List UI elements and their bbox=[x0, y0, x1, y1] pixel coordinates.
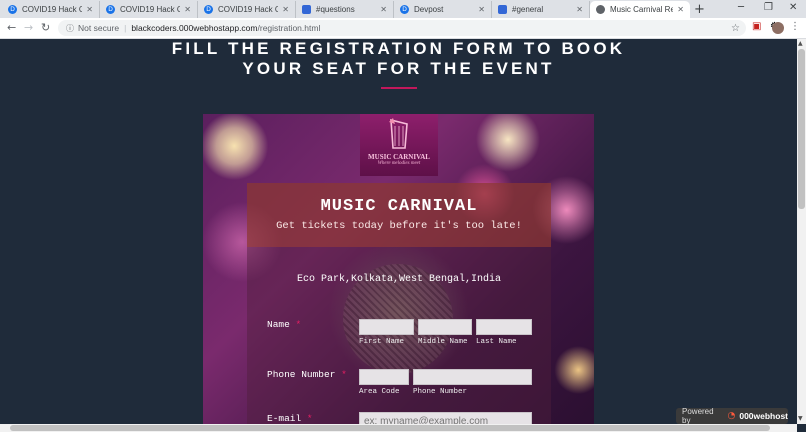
close-icon[interactable]: ✕ bbox=[478, 5, 485, 14]
phone-number-hint: Phone Number bbox=[413, 388, 468, 396]
forward-icon[interactable]: → bbox=[24, 21, 33, 34]
bookmark-star-icon[interactable]: ☆ bbox=[731, 23, 740, 34]
tab-title: COVID19 Hack Challen bbox=[218, 5, 278, 14]
close-icon[interactable]: ✕ bbox=[86, 5, 93, 14]
back-icon[interactable]: ← bbox=[7, 21, 16, 34]
heading-line: FILL THE REGISTRATION FORM TO BOOK bbox=[171, 39, 626, 58]
email-input[interactable] bbox=[359, 412, 532, 424]
email-label-text: E-mail bbox=[267, 413, 302, 424]
event-tagline: Get tickets today before it's too late! bbox=[276, 220, 522, 232]
powered-by-badge[interactable]: Powered by ◔ 000webhost bbox=[676, 407, 788, 425]
event-logo: MUSIC CARNIVAL Where melodies meet bbox=[360, 114, 438, 176]
divider: | bbox=[124, 23, 127, 33]
reload-icon[interactable]: ↻ bbox=[41, 21, 50, 34]
event-title: MUSIC CARNIVAL bbox=[320, 197, 478, 216]
browser-toolbar: ← → ↻ ⓘ Not secure | blackcoders.000webh… bbox=[0, 18, 806, 39]
scrollbar-thumb[interactable] bbox=[798, 49, 805, 209]
event-banner: MUSIC CARNIVAL Where melodies meet MUSIC… bbox=[203, 114, 594, 424]
heading-divider bbox=[381, 87, 417, 89]
required-marker: * bbox=[335, 369, 347, 380]
close-icon[interactable]: ✕ bbox=[184, 5, 191, 14]
info-icon[interactable]: ⓘ bbox=[66, 23, 74, 34]
phone-label-text: Phone Number bbox=[267, 369, 336, 380]
url-host: blackcoders.000webhostapp.com bbox=[131, 23, 258, 33]
tab-title: Music Carnival Registr bbox=[610, 5, 674, 14]
scrollbar-thumb[interactable] bbox=[10, 425, 770, 431]
new-tab-icon[interactable]: + bbox=[694, 2, 705, 17]
close-window-icon[interactable]: ✕ bbox=[789, 2, 797, 13]
last-name-hint: Last Name bbox=[476, 338, 517, 346]
discord-icon bbox=[302, 5, 311, 14]
webhost-logo-icon: ◔ bbox=[727, 411, 736, 421]
close-icon[interactable]: ✕ bbox=[380, 5, 387, 14]
harp-icon bbox=[389, 118, 408, 149]
browser-tab[interactable]: D COVID19 Hack Challen ✕ bbox=[100, 1, 198, 18]
tab-title: #general bbox=[512, 5, 544, 14]
event-venue: Eco Park,Kolkata,West Bengal,India bbox=[296, 274, 502, 285]
middle-name-hint: Middle Name bbox=[418, 338, 468, 346]
browser-tab[interactable]: #general ✕ bbox=[492, 1, 590, 18]
webhost-brand: 000webhost bbox=[739, 411, 788, 421]
extension-icon[interactable]: ▣ bbox=[752, 21, 761, 32]
last-name-input[interactable] bbox=[476, 319, 532, 335]
required-marker: * bbox=[289, 319, 302, 330]
tab-title: #questions bbox=[316, 5, 355, 14]
horizontal-scrollbar[interactable] bbox=[0, 424, 797, 432]
browser-tab[interactable]: #questions ✕ bbox=[296, 1, 394, 18]
devpost-icon: D bbox=[8, 5, 17, 14]
browser-tab[interactable]: D COVID19 Hack Challen ✕ bbox=[2, 1, 100, 18]
powered-by-text: Powered by bbox=[682, 407, 714, 425]
page-heading: FILL THE REGISTRATION FORM TO BOOK YOUR … bbox=[0, 39, 797, 79]
heading-line: YOUR SEAT FOR THE EVENT bbox=[242, 59, 555, 78]
page-content: FILL THE REGISTRATION FORM TO BOOK YOUR … bbox=[0, 39, 797, 424]
first-name-hint: First Name bbox=[359, 338, 405, 346]
registration-form: Eco Park,Kolkata,West Bengal,India Name … bbox=[247, 247, 551, 424]
devpost-icon: D bbox=[204, 5, 213, 14]
required-marker: * bbox=[301, 413, 313, 424]
globe-icon bbox=[596, 5, 605, 14]
logo-subtitle: Where melodies meet bbox=[377, 161, 421, 166]
area-code-input[interactable] bbox=[359, 369, 409, 385]
devpost-icon: D bbox=[400, 5, 409, 14]
middle-name-input[interactable] bbox=[418, 319, 472, 335]
scroll-up-icon[interactable]: ▲ bbox=[798, 40, 803, 47]
first-name-input[interactable] bbox=[359, 319, 414, 335]
name-label-text: Name bbox=[267, 319, 290, 330]
close-icon[interactable]: ✕ bbox=[677, 5, 684, 14]
security-label: Not secure bbox=[78, 23, 120, 33]
email-label: E-mail * bbox=[267, 413, 313, 424]
tab-title: COVID19 Hack Challen bbox=[22, 5, 82, 14]
close-icon[interactable]: ✕ bbox=[576, 5, 583, 14]
name-label: Name * bbox=[267, 319, 301, 330]
address-bar[interactable]: ⓘ Not secure | blackcoders.000webhostapp… bbox=[58, 20, 746, 36]
browser-tab[interactable]: D COVID19 Hack Challen ✕ bbox=[198, 1, 296, 18]
discord-icon bbox=[498, 5, 507, 14]
area-code-hint: Area Code bbox=[359, 388, 400, 396]
profile-avatar[interactable] bbox=[772, 22, 784, 34]
close-icon[interactable]: ✕ bbox=[282, 5, 289, 14]
phone-number-input[interactable] bbox=[413, 369, 532, 385]
phone-label: Phone Number * bbox=[267, 369, 347, 380]
vertical-scrollbar[interactable]: ▲ ▼ bbox=[797, 39, 806, 424]
logo-title: MUSIC CARNIVAL bbox=[368, 153, 430, 161]
browser-tab[interactable]: D Devpost ✕ bbox=[394, 1, 492, 18]
devpost-icon: D bbox=[106, 5, 115, 14]
scroll-down-icon[interactable]: ▼ bbox=[798, 415, 803, 422]
browser-tab-active[interactable]: Music Carnival Registr ✕ bbox=[590, 1, 690, 18]
url-path: /registration.html bbox=[257, 23, 321, 33]
minimize-icon[interactable]: ─ bbox=[738, 2, 744, 13]
maximize-icon[interactable]: ❐ bbox=[764, 2, 773, 13]
tab-title: Devpost bbox=[414, 5, 444, 14]
tab-strip: D COVID19 Hack Challen ✕ D COVID19 Hack … bbox=[0, 0, 806, 18]
menu-icon[interactable]: ⋮ bbox=[790, 21, 800, 32]
event-title-card: MUSIC CARNIVAL Get tickets today before … bbox=[247, 183, 551, 247]
tab-title: COVID19 Hack Challen bbox=[120, 5, 180, 14]
